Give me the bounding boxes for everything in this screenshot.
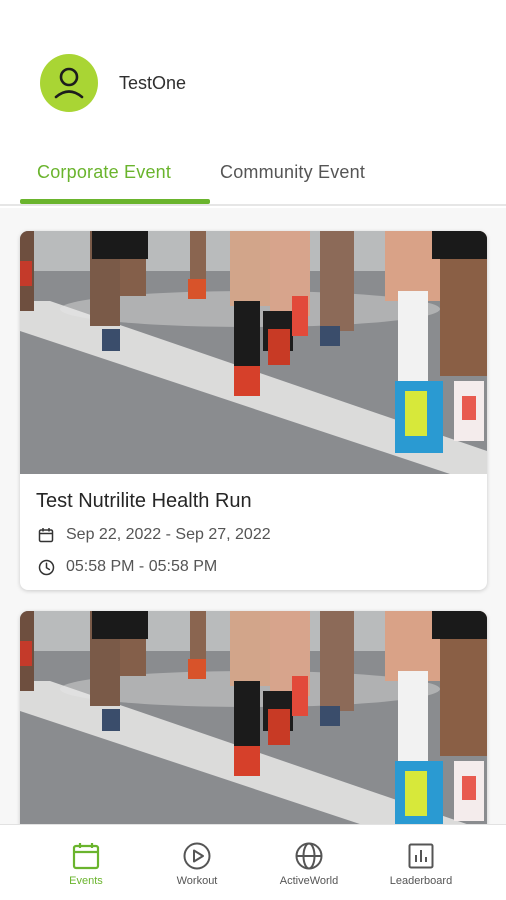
bottom-navigation: Events Workout ActiveWorld Leaderboard bbox=[0, 824, 506, 900]
event-card[interactable]: Test Nutrilite Health Run Sep 22, 2022 -… bbox=[20, 231, 487, 590]
event-date-range: Sep 22, 2022 - Sep 27, 2022 bbox=[66, 526, 271, 543]
clock-icon bbox=[36, 557, 56, 577]
nav-activeworld[interactable]: ActiveWorld bbox=[259, 841, 359, 887]
event-time-row: 05:58 PM - 05:58 PM bbox=[36, 557, 471, 577]
nav-events[interactable]: Events bbox=[36, 841, 136, 887]
event-tabs: Corporate Event Community Event bbox=[0, 150, 506, 206]
nav-events-label: Events bbox=[69, 875, 103, 887]
profile-header[interactable]: TestOne bbox=[40, 54, 186, 112]
event-image bbox=[20, 231, 487, 474]
globe-icon bbox=[295, 842, 323, 870]
nav-leaderboard-label: Leaderboard bbox=[389, 875, 453, 887]
play-circle-icon bbox=[183, 842, 211, 870]
active-tab-indicator bbox=[20, 199, 210, 204]
event-date-row: Sep 22, 2022 - Sep 27, 2022 bbox=[36, 525, 471, 545]
calendar-icon bbox=[36, 525, 56, 545]
tab-community-event[interactable]: Community Event bbox=[220, 162, 365, 183]
user-icon bbox=[54, 67, 84, 99]
nav-workout-label: Workout bbox=[176, 875, 218, 887]
event-title: Test Nutrilite Health Run bbox=[36, 490, 252, 512]
event-card[interactable] bbox=[20, 611, 487, 824]
calendar-icon bbox=[72, 843, 100, 870]
event-time-range: 05:58 PM - 05:58 PM bbox=[66, 558, 218, 575]
avatar[interactable] bbox=[40, 54, 98, 112]
event-list[interactable]: Test Nutrilite Health Run Sep 22, 2022 -… bbox=[0, 208, 506, 824]
nav-leaderboard[interactable]: Leaderboard bbox=[371, 841, 471, 887]
username: TestOne bbox=[119, 72, 187, 93]
nav-workout[interactable]: Workout bbox=[147, 841, 247, 887]
tab-corporate-event[interactable]: Corporate Event bbox=[37, 162, 171, 183]
event-image bbox=[20, 611, 487, 824]
nav-activeworld-label: ActiveWorld bbox=[279, 875, 339, 887]
bar-chart-icon bbox=[408, 843, 434, 869]
